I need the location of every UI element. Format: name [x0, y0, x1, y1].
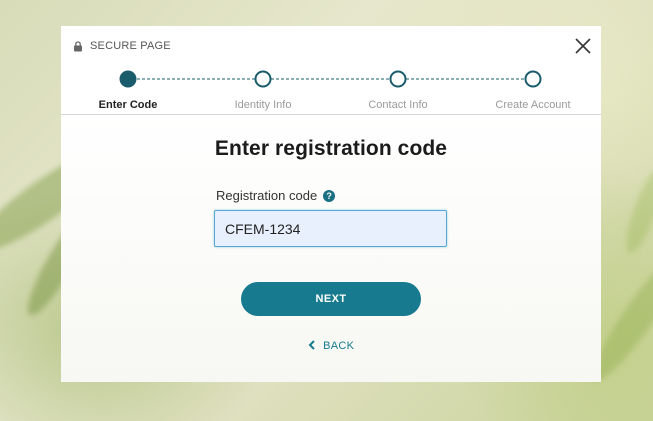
lock-icon [74, 40, 82, 51]
registration-modal: SECURE PAGE Enter Code Identity Info Con… [61, 26, 601, 382]
step-label-create-account: Create Account [495, 99, 571, 111]
secure-page-indicator: SECURE PAGE [73, 40, 171, 52]
stepper-track [119, 70, 542, 88]
step-dot-create-account [524, 70, 542, 88]
step-label-contact-info: Contact Info [368, 99, 428, 111]
registration-code-label-text: Registration code [216, 188, 318, 203]
registration-code-input[interactable] [214, 210, 447, 247]
modal-header: SECURE PAGE [61, 26, 601, 62]
chevron-left-icon [308, 340, 315, 350]
help-icon[interactable]: ? [323, 189, 336, 202]
step-dot-identity-info [254, 70, 272, 88]
next-button[interactable]: NEXT [241, 282, 421, 316]
background-grass-blade [619, 164, 653, 258]
step-dot-enter-code [119, 70, 137, 88]
back-link-label: BACK [323, 340, 355, 352]
step-label-enter-code: Enter Code [98, 99, 158, 111]
registration-code-label: Registration code ? [216, 188, 336, 203]
step-dot-contact-info [389, 70, 407, 88]
back-link[interactable]: BACK [61, 340, 601, 352]
close-icon[interactable] [573, 36, 593, 56]
secure-page-label: SECURE PAGE [90, 40, 171, 52]
page-title: Enter registration code [214, 137, 448, 160]
progress-stepper: Enter Code Identity Info Contact Info Cr… [61, 62, 601, 115]
form-body: Enter registration code Registration cod… [61, 115, 601, 382]
step-label-identity-info: Identity Info [234, 99, 292, 111]
